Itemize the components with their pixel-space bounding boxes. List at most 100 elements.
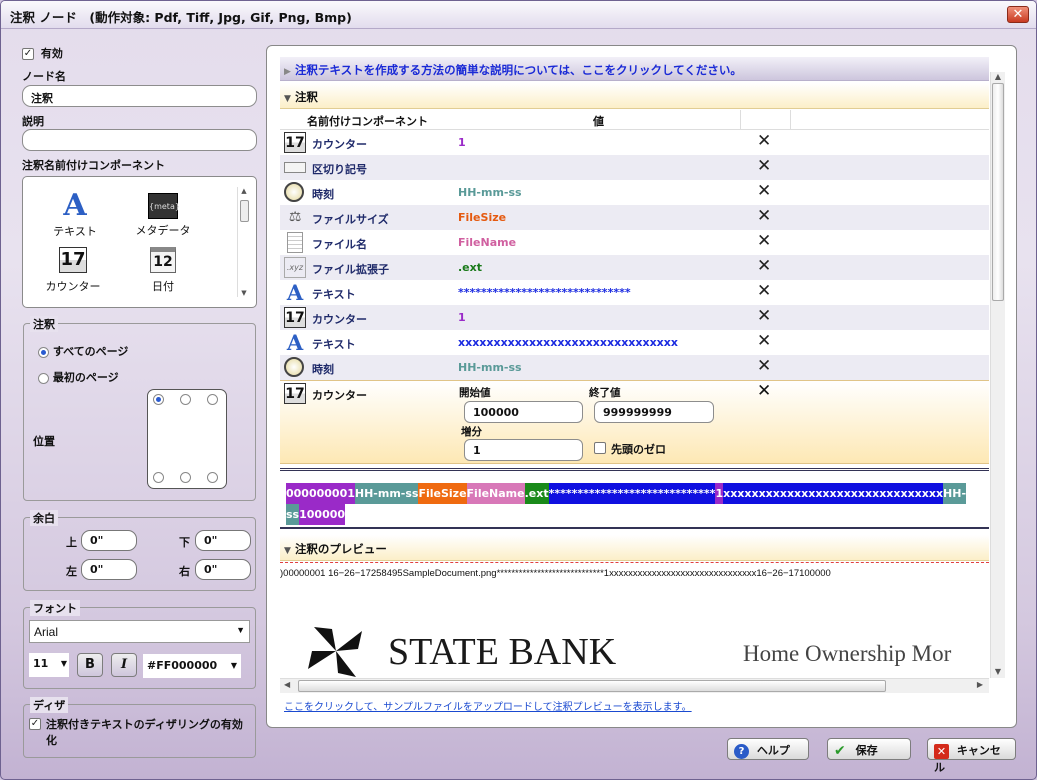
delete-icon[interactable]: ✕: [757, 256, 771, 276]
margin-top-input[interactable]: 0": [81, 530, 137, 551]
window-title: 注釈 ノード (動作対象: Pdf, Tiff, Jpg, Gif, Png, …: [10, 10, 352, 25]
margin-right-input[interactable]: 0": [195, 559, 251, 580]
table-row[interactable]: .xyz ファイル拡張子 .ext ✕: [280, 255, 989, 280]
all-pages-radio[interactable]: [38, 346, 49, 358]
preview-section-header[interactable]: ▼ 注釈のプレビュー: [280, 535, 989, 561]
component-metadata[interactable]: {meta} メタデータ: [133, 193, 193, 238]
dither-label: 注釈付きテキストのディザリングの有効化: [46, 718, 243, 747]
scroll-right-arrow-icon[interactable]: ▶: [977, 680, 983, 689]
annotation-section-header[interactable]: ▼ 注釈: [280, 83, 989, 109]
font-family-select[interactable]: Arial ▼: [29, 620, 250, 643]
bank-name: STATE BANK: [388, 631, 617, 673]
scroll-up-arrow-icon[interactable]: ▲: [991, 72, 1005, 81]
composer-segment[interactable]: xxxxxxxxxxxxxxxxxxxxxxxxxxxxxxx: [723, 483, 944, 504]
preview-horizontal-scrollbar[interactable]: ◀ ▶: [280, 678, 989, 693]
position-top-right[interactable]: [207, 394, 218, 405]
delete-icon[interactable]: ✕: [757, 356, 771, 376]
enabled-checkbox-row[interactable]: ✓ 有効: [22, 45, 63, 61]
composer-segment[interactable]: HH-mm-ss: [354, 483, 419, 504]
delete-icon[interactable]: ✕: [757, 306, 771, 326]
composer-line-1: 000000001 HH-mm-ssFileSizeFileName.ext**…: [286, 483, 989, 504]
table-row[interactable]: ファイル名 FileName ✕: [280, 230, 989, 255]
composer-segment[interactable]: *****************************: [548, 483, 716, 504]
font-size-select[interactable]: 11 ▼: [29, 653, 69, 677]
help-link-bar[interactable]: ▶ 注釈テキストを作成する方法の簡単な説明については、ここをクリックしてください…: [280, 57, 989, 81]
enabled-checkbox[interactable]: ✓: [22, 47, 34, 60]
first-page-option[interactable]: 最初のページ: [38, 369, 119, 385]
panel-vertical-scrollbar[interactable]: ▲ ▼: [990, 72, 1005, 678]
scroll-down-arrow-icon[interactable]: ▼: [238, 289, 250, 297]
table-row[interactable]: A テキスト ****************************** ✕: [280, 280, 989, 305]
component-counter[interactable]: 17 カウンター: [43, 247, 103, 294]
delete-icon[interactable]: ✕: [757, 156, 771, 176]
description-input[interactable]: [22, 129, 257, 151]
scroll-thumb[interactable]: [992, 83, 1004, 301]
row-component-name: 区切り記号: [312, 163, 367, 176]
column-header-value: 値: [593, 115, 604, 128]
palette-scrollbar[interactable]: ▲ ▼: [237, 187, 250, 297]
horizontal-scroll-thumb[interactable]: [298, 680, 886, 692]
position-top-center[interactable]: [180, 394, 191, 405]
composer-segment[interactable]: .ext: [524, 483, 549, 504]
cancel-button[interactable]: ✕ キャンセル: [927, 738, 1016, 774]
table-row[interactable]: 時刻 HH-mm-ss ✕: [280, 355, 989, 380]
table-row[interactable]: A テキスト xxxxxxxxxxxxxxxxxxxxxxxxxxxxxxx ✕: [280, 330, 989, 355]
composer-segment[interactable]: ss: [286, 504, 300, 525]
expand-arrow-icon: ▶: [284, 67, 291, 77]
margin-left-input[interactable]: 0": [81, 559, 137, 580]
delete-icon[interactable]: ✕: [757, 381, 771, 401]
table-row[interactable]: 17 カウンター 1 ✕: [280, 130, 989, 155]
delete-icon[interactable]: ✕: [757, 331, 771, 351]
upload-sample-link[interactable]: ここをクリックして、サンプルファイルをアップロードして注釈プレビューを表示します…: [284, 698, 692, 713]
delete-icon[interactable]: ✕: [757, 131, 771, 151]
end-value-input[interactable]: 999999999: [594, 401, 714, 423]
delete-icon[interactable]: ✕: [757, 181, 771, 201]
close-button[interactable]: ✕: [1007, 6, 1029, 23]
position-top-left[interactable]: [153, 394, 164, 405]
composer-segment[interactable]: 100000: [299, 504, 346, 525]
component-date[interactable]: 12 日付: [133, 247, 193, 294]
annotation-text-composer[interactable]: 000000001 HH-mm-ssFileSizeFileName.ext**…: [280, 468, 989, 529]
annotation-node-dialog: 注釈 ノード (動作対象: Pdf, Tiff, Jpg, Gif, Png, …: [0, 0, 1037, 780]
position-bottom-left[interactable]: [153, 472, 164, 483]
scroll-up-arrow-icon[interactable]: ▲: [238, 187, 250, 195]
row-component-value: xxxxxxxxxxxxxxxxxxxxxxxxxxxxxxx: [458, 336, 678, 349]
table-row[interactable]: 17 カウンター 1 ✕: [280, 305, 989, 330]
dither-checkbox[interactable]: ✓: [29, 718, 41, 730]
first-page-radio[interactable]: [38, 372, 49, 384]
start-value-input[interactable]: 100000: [464, 401, 583, 423]
composer-segment[interactable]: 000000001: [286, 483, 355, 504]
bold-button[interactable]: B: [77, 653, 103, 677]
component-metadata-label: メタデータ: [135, 224, 191, 237]
clock-icon: [284, 182, 304, 202]
save-button[interactable]: ✔ 保存: [827, 738, 911, 760]
component-text[interactable]: A テキスト: [45, 191, 105, 239]
scroll-left-arrow-icon[interactable]: ◀: [284, 680, 290, 689]
row-component-value: .ext: [458, 261, 482, 274]
scroll-thumb[interactable]: [239, 200, 249, 222]
table-row[interactable]: ⚖ ファイルサイズ FileSize ✕: [280, 205, 989, 230]
composer-segment[interactable]: FileSize: [418, 483, 467, 504]
delete-icon[interactable]: ✕: [757, 231, 771, 251]
composer-segment[interactable]: HH-: [943, 483, 967, 504]
all-pages-option[interactable]: すべてのページ: [38, 343, 128, 359]
margin-bottom-input[interactable]: 0": [195, 530, 251, 551]
position-bottom-right[interactable]: [207, 472, 218, 483]
step-input[interactable]: 1: [464, 439, 583, 461]
row-component-value: FileName: [458, 236, 517, 249]
composer-segment[interactable]: FileName: [466, 483, 525, 504]
table-row[interactable]: 時刻 HH-mm-ss ✕: [280, 180, 989, 205]
composer-segment[interactable]: 1: [715, 483, 724, 504]
help-link[interactable]: 注釈テキストを作成する方法の簡単な説明については、ここをクリックしてください。: [295, 63, 742, 77]
scroll-down-arrow-icon[interactable]: ▼: [991, 667, 1005, 676]
italic-button[interactable]: I: [111, 653, 137, 677]
help-button[interactable]: ? ヘルプ: [727, 738, 809, 760]
delete-icon[interactable]: ✕: [757, 281, 771, 301]
leading-zero-checkbox[interactable]: [594, 442, 606, 454]
table-row[interactable]: 区切り記号 ✕: [280, 155, 989, 180]
delete-icon[interactable]: ✕: [757, 206, 771, 226]
font-color-select[interactable]: #FF000000 ▼: [143, 654, 241, 678]
step-label: 増分: [461, 426, 482, 438]
node-name-input[interactable]: 注釈: [22, 85, 257, 107]
position-bottom-center[interactable]: [180, 472, 191, 483]
